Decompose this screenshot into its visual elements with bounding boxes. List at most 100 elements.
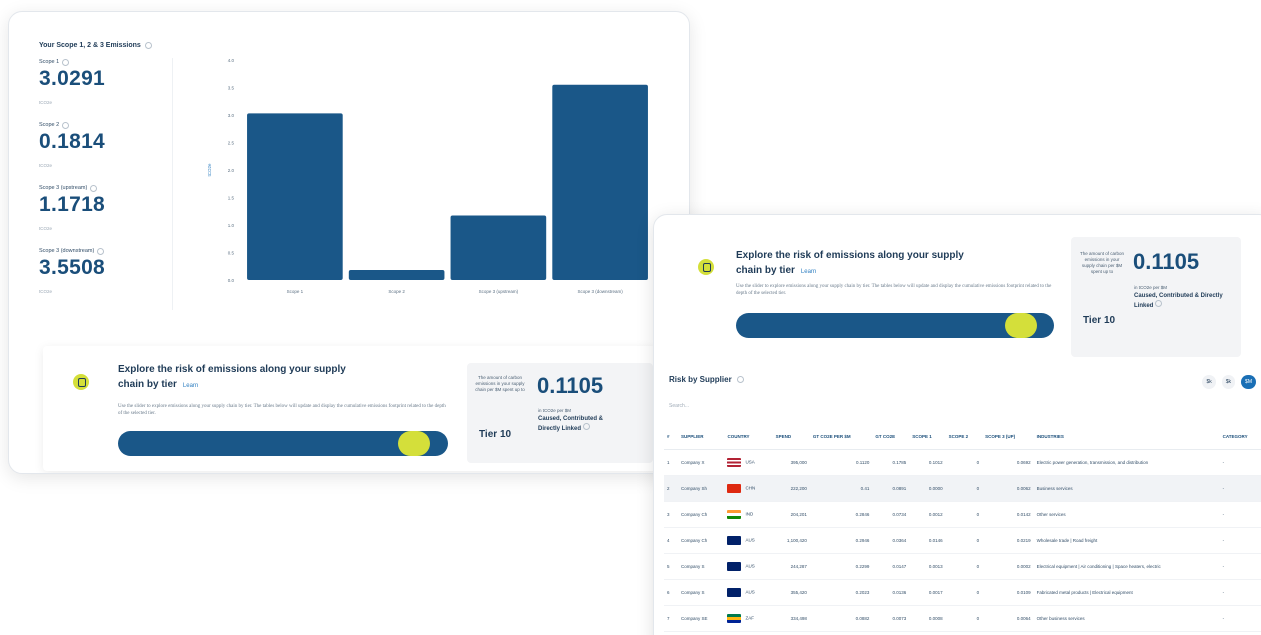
scope-1-value: 0.0012	[909, 501, 946, 528]
column-header[interactable]: SCOPE 2	[945, 425, 983, 450]
tier-summary-box: The amount of carbon emissions in your s…	[1071, 237, 1241, 357]
supplier-search-input[interactable]: Search...	[669, 403, 689, 409]
learn-link[interactable]: Learn	[801, 269, 816, 275]
unit-toggle-1[interactable]: $k	[1202, 375, 1216, 389]
y-axis-label: tCO2e	[207, 163, 212, 177]
column-header[interactable]: GT CO2E	[872, 425, 910, 450]
explore-title-line1: Explore the risk of emissions along your…	[736, 250, 964, 261]
info-icon[interactable]	[62, 121, 70, 129]
supplier-name[interactable]: Company Ch	[678, 527, 725, 554]
industries[interactable]: Other services	[1033, 501, 1220, 528]
country-flag-icon	[727, 561, 742, 571]
scope-3-value: 0.0002	[982, 553, 1034, 580]
y-tick-label: 0.0	[228, 278, 235, 283]
row-index: 5	[664, 553, 678, 580]
x-tick-label: Scope 3 (upstream)	[479, 289, 519, 294]
metric-unit: tCO2e	[39, 100, 53, 105]
industries[interactable]: Electric power generation, transmission,…	[1033, 449, 1220, 476]
emissions-intensity: 0.41	[809, 475, 873, 502]
emissions-intensity: 0.2299	[809, 553, 873, 580]
column-header[interactable]: GT CO2E PER $M	[809, 425, 873, 450]
row-index: 6	[664, 579, 678, 606]
table-row[interactable]: 2 Company Sh CHN 222,200 0.41 0.0891 0.0000 0 0.…	[664, 475, 1261, 502]
row-index: 4	[664, 527, 678, 554]
table-row[interactable]: 3 Company Ch IND 204,201 0.2846 0.0734 0.0012 0…	[664, 501, 1261, 528]
tier-value: 0.1105	[1133, 249, 1200, 274]
tier-unit: in tCO2e per $M	[538, 408, 572, 413]
info-icon[interactable]	[90, 184, 98, 192]
info-icon[interactable]	[97, 247, 105, 255]
supplier-name[interactable]: Company X	[678, 449, 725, 476]
scope-metrics: Scope 1 3.0291 tCO2e Scope 2 0.1814 tCO2…	[39, 58, 169, 310]
country-flag-icon	[727, 509, 742, 519]
bar-1[interactable]	[247, 113, 343, 280]
column-header[interactable]: SCOPE 3 (UP)	[982, 425, 1034, 450]
country-code: AUS	[724, 527, 773, 554]
scope-3-value: 0.0064	[982, 605, 1034, 632]
spend-value: 334,498	[772, 605, 810, 632]
bar-2[interactable]	[348, 270, 445, 280]
info-icon[interactable]	[736, 376, 744, 383]
supplier-name[interactable]: Company S	[678, 553, 725, 580]
scope-3-value: 0.0219	[982, 527, 1034, 554]
tier-slider[interactable]	[118, 431, 448, 456]
table-row[interactable]: 5 Company S AUS 244,287 0.2299 0.0147 0.0013 0 0…	[664, 553, 1261, 580]
info-icon[interactable]	[1155, 300, 1163, 307]
emissions-value: 0.0136	[872, 579, 910, 606]
industries[interactable]: Other business services	[1033, 605, 1220, 632]
industries[interactable]: Electrical equipment | Air conditioning …	[1033, 553, 1220, 580]
scope-3-value: 0.0062	[982, 475, 1034, 502]
unit-toggle-2[interactable]: $k	[1221, 375, 1236, 389]
column-header[interactable]: #	[664, 425, 678, 450]
supplier-name[interactable]: Company SE	[678, 605, 725, 632]
x-tick-label: Scope 3 (downstream)	[577, 289, 623, 294]
info-icon[interactable]	[144, 42, 152, 49]
row-index: 2	[664, 475, 678, 502]
column-header[interactable]: SPEND	[772, 425, 810, 450]
table-row[interactable]: 1 Company X USA 395,000 0.1120 0.1785 0.1012 0 0…	[664, 449, 1261, 476]
tier-slider-handle[interactable]	[398, 431, 430, 456]
scope-1-value: 0.0017	[909, 579, 946, 606]
supplier-name[interactable]: Company S	[678, 579, 725, 606]
metric-value: 3.0291	[39, 67, 106, 90]
country-flag-icon	[727, 535, 742, 545]
industries[interactable]: Wholesale trade | Road freight	[1033, 527, 1220, 554]
y-tick-label: 0.5	[228, 251, 235, 256]
spend-value: 395,000	[772, 449, 810, 476]
category: -	[1219, 579, 1261, 606]
column-header[interactable]: COUNTRY	[724, 425, 773, 450]
tier-label: Tier 10	[479, 429, 512, 440]
metric-scope-2: Scope 2 0.1814 tCO2e	[39, 121, 169, 184]
metric-unit: tCO2e	[39, 289, 53, 294]
column-header[interactable]: SCOPE 1	[909, 425, 946, 450]
scope-1-value: 0.0146	[909, 527, 946, 554]
column-header[interactable]: INDUSTRIES	[1033, 425, 1220, 450]
table-row[interactable]: 4 Company Ch AUS 1,100,420 0.2946 0.0364 0.014…	[664, 527, 1261, 554]
metric-scope-1: Scope 1 3.0291 tCO2e	[39, 58, 169, 121]
learn-link[interactable]: Learn	[183, 383, 198, 389]
unit-toggle-group: $k $k $M	[1202, 375, 1256, 389]
scope-2-value: 0	[945, 605, 983, 632]
unit-toggle-3[interactable]: $M	[1241, 375, 1256, 389]
emissions-value: 0.1785	[872, 449, 910, 476]
metric-scope-3-downstream: Scope 3 (downstream) 3.5508 tCO2e	[39, 247, 169, 310]
info-icon[interactable]	[582, 423, 590, 430]
supplier-table: # SUPPLIER COUNTRY SPEND GT CO2E PER $M GT CO…	[664, 425, 1261, 632]
bar-3[interactable]	[450, 215, 547, 280]
tier-slider[interactable]	[736, 313, 1054, 338]
tier-slider-handle[interactable]	[1005, 313, 1037, 338]
info-icon[interactable]	[62, 58, 70, 66]
spend-value: 355,420	[772, 579, 810, 606]
column-header[interactable]: CATEGORY	[1219, 425, 1261, 450]
column-header[interactable]: SUPPLIER	[678, 425, 725, 450]
supplier-name[interactable]: Company Sh	[678, 475, 725, 502]
metric-label: Scope 1	[39, 59, 60, 65]
table-row[interactable]: 6 Company S AUS 355,420 0.2023 0.0136 0.0017 0 0…	[664, 579, 1261, 606]
industries[interactable]: Business services	[1033, 475, 1220, 502]
table-row[interactable]: 7 Company SE ZAF 334,498 0.0882 0.0073 0.0008 0…	[664, 605, 1261, 632]
supplier-name[interactable]: Company Ch	[678, 501, 725, 528]
bar-4[interactable]	[552, 84, 648, 281]
scope-1-value: 0.1012	[909, 449, 946, 476]
explore-title-line1: Explore the risk of emissions along your…	[118, 364, 346, 375]
industries[interactable]: Fabricated metal products | Electrical e…	[1033, 579, 1220, 606]
